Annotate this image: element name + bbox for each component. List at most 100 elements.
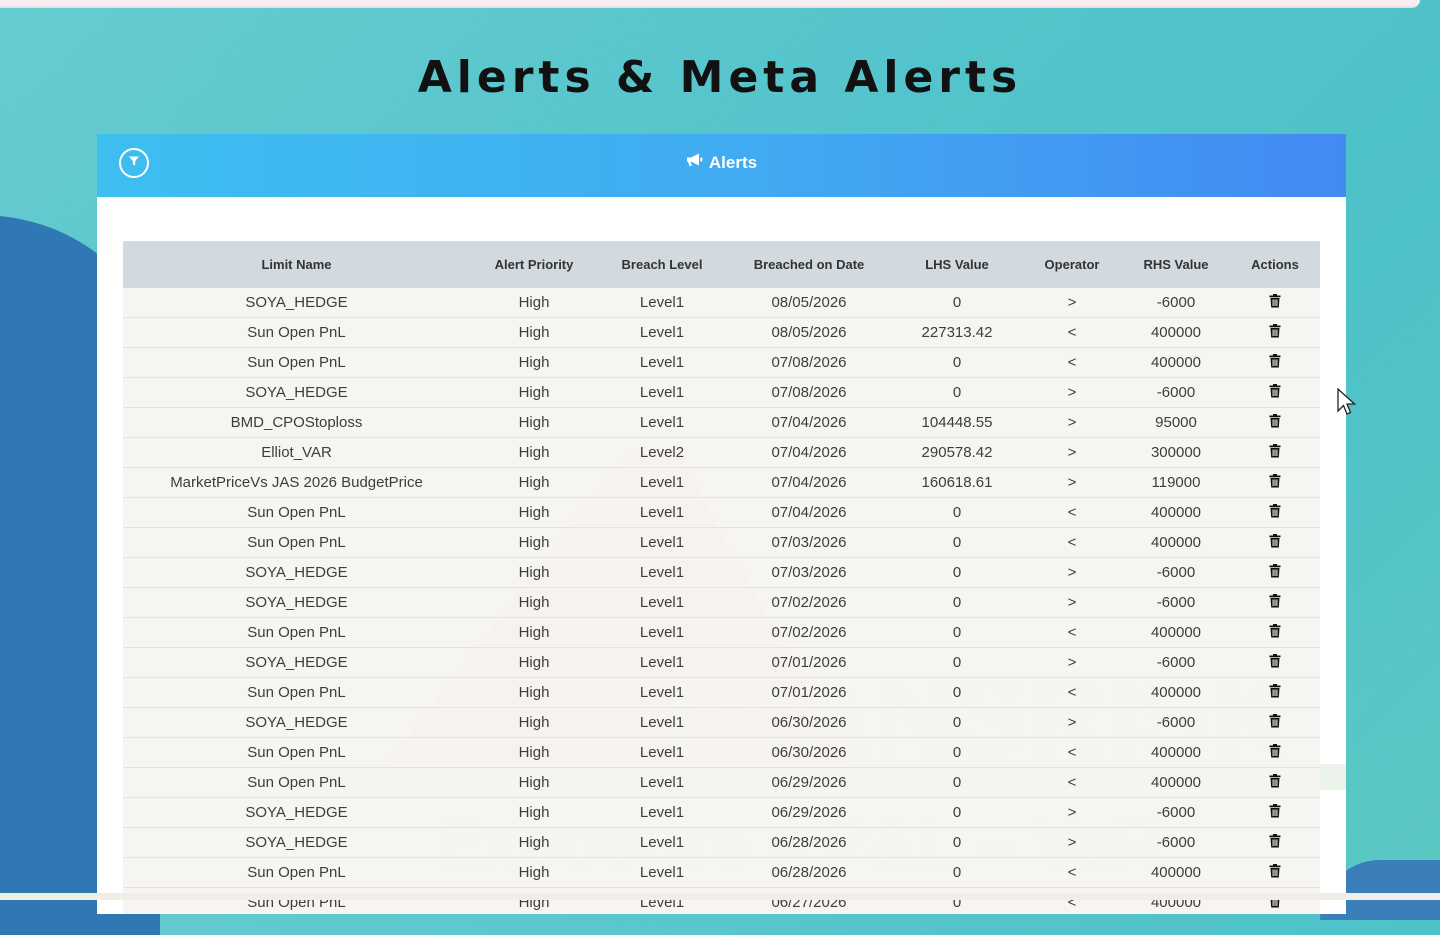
delete-button[interactable] (1269, 773, 1281, 792)
col-limit-name-header[interactable]: Limit Name (123, 241, 470, 288)
rhs-value-cell: 400000 (1122, 617, 1230, 648)
table-row[interactable]: MarketPriceVs JAS 2026 BudgetPrice High Le… (123, 467, 1320, 498)
operator-cell: > (1022, 288, 1122, 318)
col-alert-priority-header[interactable]: Alert Priority (470, 241, 598, 288)
table-row[interactable]: SOYA_HEDGE High Level1 07/03/2026 0 > -6000 (123, 557, 1320, 588)
delete-button[interactable] (1269, 293, 1281, 312)
operator-cell: > (1022, 437, 1122, 468)
table-row[interactable]: SOYA_HEDGE High Level1 06/29/2026 0 > -6000 (123, 797, 1320, 828)
delete-button[interactable] (1269, 353, 1281, 372)
table-row[interactable]: Sun Open PnL High Level1 07/03/2026 0 <400000 (123, 527, 1320, 558)
delete-button[interactable] (1269, 833, 1281, 852)
table-row[interactable]: Sun Open PnL High Level1 07/02/2026 0 <400000 (123, 617, 1320, 648)
delete-button[interactable] (1269, 563, 1281, 582)
lhs-value-cell: 0 (892, 587, 1022, 618)
breached-date-cell: 08/05/2026 (726, 288, 892, 318)
actions-cell (1230, 377, 1320, 408)
actions-cell (1230, 677, 1320, 708)
table-row[interactable]: Elliot_VAR High Level2 07/04/2026 290578.42 >… (123, 437, 1320, 468)
breach-level-cell: Level2 (598, 437, 726, 468)
alert-priority-cell: High (470, 797, 598, 828)
rhs-value-cell: 95000 (1122, 407, 1230, 438)
delete-button[interactable] (1269, 473, 1281, 492)
col-breach-level-header[interactable]: Breach Level (598, 241, 726, 288)
table-row[interactable]: SOYA_HEDGE High Level1 06/28/2026 0 > -6000 (123, 827, 1320, 858)
table-row[interactable]: Sun Open PnL High Level1 06/30/2026 0 <400000 (123, 737, 1320, 768)
col-actions-header[interactable]: Actions (1230, 241, 1320, 288)
alert-priority-cell: High (470, 317, 598, 348)
operator-cell: > (1022, 827, 1122, 858)
alert-priority-cell: High (470, 647, 598, 678)
delete-button[interactable] (1269, 863, 1281, 882)
limit-name-cell: Sun Open PnL (123, 887, 470, 914)
col-operator-header[interactable]: Operator (1022, 241, 1122, 288)
trash-icon (1269, 443, 1281, 458)
table-row[interactable]: Sun Open PnL High Level1 06/27/2026 0 <400000 (123, 887, 1320, 914)
col-lhs-value-header[interactable]: LHS Value (892, 241, 1022, 288)
delete-button[interactable] (1269, 803, 1281, 822)
operator-cell: < (1022, 887, 1122, 914)
breach-level-cell: Level1 (598, 407, 726, 438)
rhs-value-cell: -6000 (1122, 377, 1230, 408)
rhs-value-cell: 400000 (1122, 887, 1230, 914)
delete-button[interactable] (1269, 443, 1281, 462)
delete-button[interactable] (1269, 593, 1281, 612)
operator-cell: > (1022, 647, 1122, 678)
rhs-value-cell: 400000 (1122, 767, 1230, 798)
operator-cell: > (1022, 407, 1122, 438)
operator-cell: > (1022, 797, 1122, 828)
breach-level-cell: Level1 (598, 887, 726, 914)
col-breached-on-date-header[interactable]: Breached on Date (726, 241, 892, 288)
table-row[interactable]: Sun Open PnL High Level1 06/29/2026 0 <400000 (123, 767, 1320, 798)
trash-icon (1269, 413, 1281, 428)
table-row[interactable]: SOYA_HEDGE High Level1 07/02/2026 0 > -6000 (123, 587, 1320, 618)
alert-priority-cell: High (470, 737, 598, 768)
rhs-value-cell: 400000 (1122, 527, 1230, 558)
alert-priority-cell: High (470, 288, 598, 318)
limit-name-cell: Sun Open PnL (123, 677, 470, 708)
col-rhs-value-header[interactable]: RHS Value (1122, 241, 1230, 288)
operator-cell: < (1022, 677, 1122, 708)
lhs-value-cell: 104448.55 (892, 407, 1022, 438)
table-row[interactable]: Sun Open PnL High Level1 07/01/2026 0 <400000 (123, 677, 1320, 708)
rhs-value-cell: -6000 (1122, 647, 1230, 678)
actions-cell (1230, 467, 1320, 498)
limit-name-cell: Sun Open PnL (123, 497, 470, 528)
alert-priority-cell: High (470, 377, 598, 408)
delete-button[interactable] (1269, 503, 1281, 522)
breached-date-cell: 07/08/2026 (726, 347, 892, 378)
delete-button[interactable] (1269, 323, 1281, 342)
alert-priority-cell: High (470, 677, 598, 708)
table-row[interactable]: SOYA_HEDGE High Level1 06/30/2026 0 > -6000 (123, 707, 1320, 738)
limit-name-cell: Sun Open PnL (123, 767, 470, 798)
table-row[interactable]: SOYA_HEDGE High Level1 07/01/2026 0 > -6000 (123, 647, 1320, 678)
rhs-value-cell: -6000 (1122, 797, 1230, 828)
table-row[interactable]: SOYA_HEDGE High Level1 08/05/2026 0 > -6000 (123, 288, 1320, 318)
actions-cell (1230, 497, 1320, 528)
trash-icon (1269, 473, 1281, 488)
table-row[interactable]: SOYA_HEDGE High Level1 07/08/2026 0 > -6000 (123, 377, 1320, 408)
delete-button[interactable] (1269, 683, 1281, 702)
delete-button[interactable] (1269, 713, 1281, 732)
delete-button[interactable] (1269, 533, 1281, 552)
table-row[interactable]: Sun Open PnL High Level1 06/28/2026 0 <400000 (123, 857, 1320, 888)
delete-button[interactable] (1269, 383, 1281, 402)
delete-button[interactable] (1269, 653, 1281, 672)
table-row[interactable]: BMD_CPOStoploss High Level1 07/04/2026 10444… (123, 407, 1320, 438)
delete-button[interactable] (1269, 413, 1281, 432)
trash-icon (1269, 833, 1281, 848)
table-row[interactable]: Sun Open PnL High Level1 07/08/2026 0 <400000 (123, 347, 1320, 378)
table-row[interactable]: Sun Open PnL High Level1 08/05/2026 227313.4… (123, 317, 1320, 348)
breached-date-cell: 08/05/2026 (726, 317, 892, 348)
delete-button[interactable] (1269, 743, 1281, 762)
actions-cell (1230, 707, 1320, 738)
delete-button[interactable] (1269, 623, 1281, 642)
actions-cell (1230, 737, 1320, 768)
rhs-value-cell: -6000 (1122, 707, 1230, 738)
limit-name-cell: Sun Open PnL (123, 347, 470, 378)
rhs-value-cell: 400000 (1122, 497, 1230, 528)
alerts-panel-title-text: Alerts (708, 152, 758, 172)
table-row[interactable]: Sun Open PnL High Level1 07/04/2026 0 <400000 (123, 497, 1320, 528)
limit-name-cell: Sun Open PnL (123, 857, 470, 888)
limit-name-cell: SOYA_HEDGE (123, 797, 470, 828)
